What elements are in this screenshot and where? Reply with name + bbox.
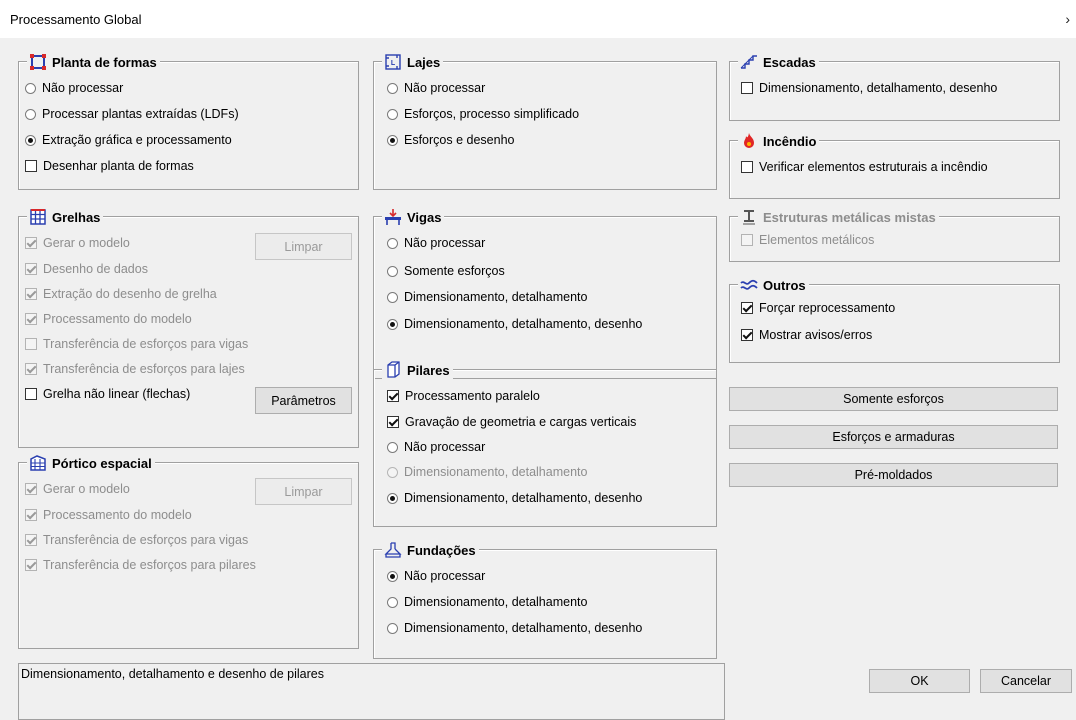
esforcos-armaduras-button[interactable]: Esforços e armaduras bbox=[729, 425, 1058, 449]
transferencia-vigas-checkbox[interactable]: Transferência de esforços para vigas bbox=[25, 336, 248, 352]
grelhas-group: Grelhas Gerar o modelo Desenho de dados … bbox=[18, 208, 359, 448]
fundacoes-group: Fundações Não processar Dimensionamento,… bbox=[373, 541, 717, 659]
radio-option[interactable]: Dimensionamento, detalhamento bbox=[387, 594, 587, 610]
mostrar-avisos-checkbox[interactable]: Mostrar avisos/erros bbox=[741, 327, 872, 343]
status-description: Dimensionamento, detalhamento e desenho … bbox=[18, 663, 725, 720]
fire-icon bbox=[744, 133, 754, 148]
foundation-icon bbox=[384, 542, 402, 558]
group-title: Planta de formas bbox=[52, 54, 157, 70]
elementos-metalicos-checkbox[interactable]: Elementos metálicos bbox=[741, 232, 874, 248]
window-title: Processamento Global bbox=[10, 12, 142, 27]
frame-building-icon bbox=[30, 455, 46, 471]
grelha-nao-linear-checkbox[interactable]: Grelha não linear (flechas) bbox=[25, 386, 190, 402]
planta-de-formas-group: Planta de formas Não processar Processar… bbox=[18, 53, 359, 190]
group-title: Vigas bbox=[407, 209, 442, 225]
radio-option[interactable]: Dimensionamento, detalhamento bbox=[387, 289, 587, 305]
escadas-checkbox[interactable]: Dimensionamento, detalhamento, desenho bbox=[741, 80, 997, 96]
radio-option[interactable]: Esforços e desenho bbox=[387, 132, 515, 148]
extracao-desenho-checkbox[interactable]: Extração do desenho de grelha bbox=[25, 286, 217, 302]
forcar-reprocessamento-checkbox[interactable]: Forçar reprocessamento bbox=[741, 300, 895, 316]
dialog-body: Planta de formas Não processar Processar… bbox=[0, 38, 1076, 720]
slab-icon: L bbox=[385, 54, 401, 70]
limpar-button[interactable]: Limpar bbox=[255, 478, 352, 505]
parametros-button[interactable]: Parâmetros bbox=[255, 387, 352, 414]
group-title: Pilares bbox=[407, 362, 450, 378]
column-icon bbox=[387, 361, 400, 378]
group-title: Escadas bbox=[763, 54, 816, 70]
group-title: Outros bbox=[763, 277, 806, 293]
cancel-button[interactable]: Cancelar bbox=[980, 669, 1072, 693]
radio-option[interactable]: Dimensionamento, detalhamento, desenho bbox=[387, 316, 642, 332]
svg-text:L: L bbox=[391, 60, 396, 67]
gerar-modelo-checkbox[interactable]: Gerar o modelo bbox=[25, 481, 130, 497]
group-title: Grelhas bbox=[52, 209, 101, 225]
desenho-dados-checkbox[interactable]: Desenho de dados bbox=[25, 261, 148, 277]
radio-option[interactable]: Não processar bbox=[387, 235, 485, 251]
group-title: Lajes bbox=[407, 54, 441, 70]
group-title: Fundações bbox=[407, 542, 476, 558]
processamento-paralelo-checkbox[interactable]: Processamento paralelo bbox=[387, 388, 540, 404]
transferencia-lajes-checkbox[interactable]: Transferência de esforços para lajes bbox=[25, 361, 245, 377]
radio-option[interactable]: Extração gráfica e processamento bbox=[25, 132, 232, 148]
group-title: Estruturas metálicas mistas bbox=[763, 209, 936, 225]
group-title: Incêndio bbox=[763, 133, 817, 149]
radio-option[interactable]: Não processar bbox=[387, 568, 485, 584]
radio-option[interactable]: Processar plantas extraídas (LDFs) bbox=[25, 106, 239, 122]
processamento-modelo-checkbox[interactable]: Processamento do modelo bbox=[25, 507, 192, 523]
gravacao-geometria-checkbox[interactable]: Gravação de geometria e cargas verticais bbox=[387, 414, 636, 430]
somente-esforcos-button[interactable]: Somente esforços bbox=[729, 387, 1058, 411]
beam-icon bbox=[385, 209, 401, 225]
limpar-button[interactable]: Limpar bbox=[255, 233, 352, 260]
processamento-modelo-checkbox[interactable]: Processamento do modelo bbox=[25, 311, 192, 327]
waves-icon bbox=[740, 279, 758, 290]
steel-beam-icon bbox=[743, 210, 755, 225]
grid-icon bbox=[30, 209, 46, 225]
transferencia-pilares-checkbox[interactable]: Transferência de esforços para pilares bbox=[25, 557, 256, 573]
incendio-group: Incêndio Verificar elementos estruturais… bbox=[729, 132, 1060, 199]
metalicas-group: Estruturas metálicas mistas Elementos me… bbox=[729, 208, 1060, 262]
incendio-checkbox[interactable]: Verificar elementos estruturais a incênd… bbox=[741, 159, 988, 175]
radio-option[interactable]: Dimensionamento, detalhamento, desenho bbox=[387, 490, 642, 506]
stairs-icon bbox=[740, 55, 757, 69]
ok-button[interactable]: OK bbox=[869, 669, 970, 693]
portico-espacial-group: Pórtico espacial Gerar o modelo Processa… bbox=[18, 454, 359, 649]
chevron-right-icon[interactable]: › bbox=[1065, 11, 1070, 27]
transferencia-vigas-checkbox[interactable]: Transferência de esforços para vigas bbox=[25, 532, 248, 548]
radio-option[interactable]: Não processar bbox=[387, 439, 485, 455]
floor-plan-icon bbox=[30, 54, 46, 70]
pilares-group: Pilares Processamento paralelo Gravação … bbox=[373, 361, 717, 527]
vigas-group: Vigas Não processar Somente esforços Dim… bbox=[373, 208, 717, 379]
radio-option[interactable]: Somente esforços bbox=[387, 263, 505, 279]
title-bar: Processamento Global › bbox=[0, 0, 1076, 38]
desenhar-planta-checkbox[interactable]: Desenhar planta de formas bbox=[25, 158, 194, 174]
pre-moldados-button[interactable]: Pré-moldados bbox=[729, 463, 1058, 487]
lajes-group: L Lajes Não processar Esforços, processo… bbox=[373, 53, 717, 190]
escadas-group: Escadas Dimensionamento, detalhamento, d… bbox=[729, 53, 1060, 121]
gerar-modelo-checkbox[interactable]: Gerar o modelo bbox=[25, 235, 130, 251]
group-title: Pórtico espacial bbox=[52, 455, 152, 471]
radio-option[interactable]: Não processar bbox=[387, 80, 485, 96]
radio-option[interactable]: Esforços, processo simplificado bbox=[387, 106, 579, 122]
radio-option[interactable]: Não processar bbox=[25, 80, 123, 96]
radio-option[interactable]: Dimensionamento, detalhamento, desenho bbox=[387, 620, 642, 636]
outros-group: Outros Forçar reprocessamento Mostrar av… bbox=[729, 276, 1060, 363]
radio-option[interactable]: Dimensionamento, detalhamento bbox=[387, 464, 587, 480]
